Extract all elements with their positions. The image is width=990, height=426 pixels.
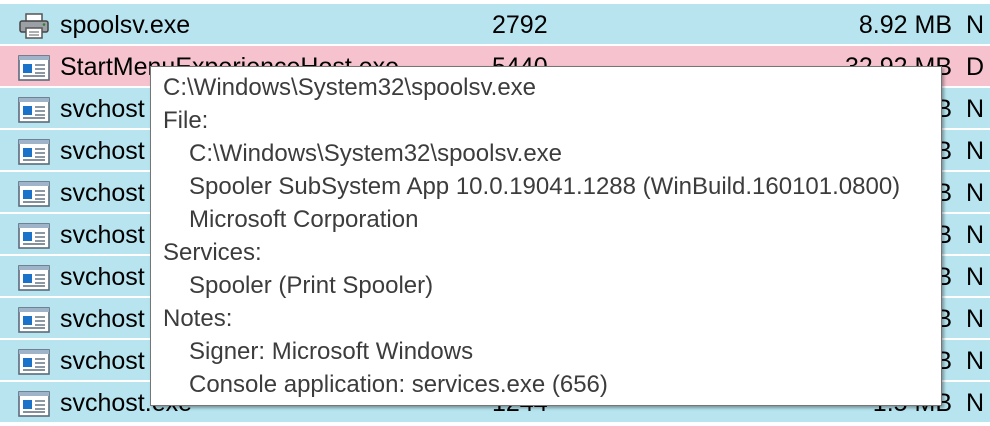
process-name: svchost (60, 95, 145, 123)
tooltip-file-path: C:\Windows\System32\spoolsv.exe (189, 140, 563, 167)
process-extra-column: N (966, 347, 985, 375)
app-window-icon (18, 223, 50, 249)
app-window-icon (18, 265, 50, 291)
tooltip-service: Spooler (Print Spooler) (189, 272, 434, 299)
process-name: svchost (60, 137, 145, 165)
process-row[interactable]: spoolsv.exe 2792 8.92 MB N (0, 4, 990, 46)
process-memory: 8.92 MB (858, 11, 952, 39)
tooltip-notes-header: Notes: (163, 305, 233, 332)
tooltip-signer: Signer: Microsoft Windows (189, 338, 474, 365)
tooltip-file-header: File: (163, 107, 209, 134)
printer-icon (18, 13, 50, 39)
tooltip-services-header: Services: (163, 239, 262, 266)
process-extra-column: N (966, 179, 985, 207)
process-name: spoolsv.exe (60, 11, 191, 39)
process-pid: 2792 (492, 11, 548, 39)
process-extra-column: N (966, 137, 985, 165)
process-name: svchost (60, 179, 145, 207)
process-name: svchost (60, 263, 145, 291)
process-name: svchost (60, 221, 145, 249)
process-list: spoolsv.exe27928.92 MBNStartMenuExperien… (0, 0, 990, 426)
app-window-icon (18, 391, 50, 417)
app-window-icon (18, 55, 50, 81)
process-name: svchost (60, 305, 145, 333)
tooltip-console: Console application: services.exe (656) (189, 371, 608, 398)
app-window-icon (18, 349, 50, 375)
tooltip-file-description: Spooler SubSystem App 10.0.19041.1288 (W… (189, 173, 901, 200)
process-extra-column: N (966, 95, 985, 123)
app-window-icon (18, 139, 50, 165)
process-extra-column: N (966, 389, 985, 417)
process-extra-column: N (966, 263, 985, 291)
app-window-icon (18, 181, 50, 207)
app-window-icon (18, 97, 50, 123)
app-window-icon (18, 307, 50, 333)
process-extra-column: N (966, 305, 985, 333)
tooltip-company: Microsoft Corporation (189, 206, 419, 233)
process-extra-column: N (966, 11, 985, 39)
tooltip-path: C:\Windows\System32\spoolsv.exe (163, 74, 537, 101)
process-name: svchost (60, 347, 145, 375)
process-tooltip: C:\Windows\System32\spoolsv.exe File: C:… (150, 66, 942, 406)
row-divider (0, 422, 990, 424)
process-extra-column: N (966, 221, 985, 249)
process-extra-column: D (966, 53, 985, 81)
